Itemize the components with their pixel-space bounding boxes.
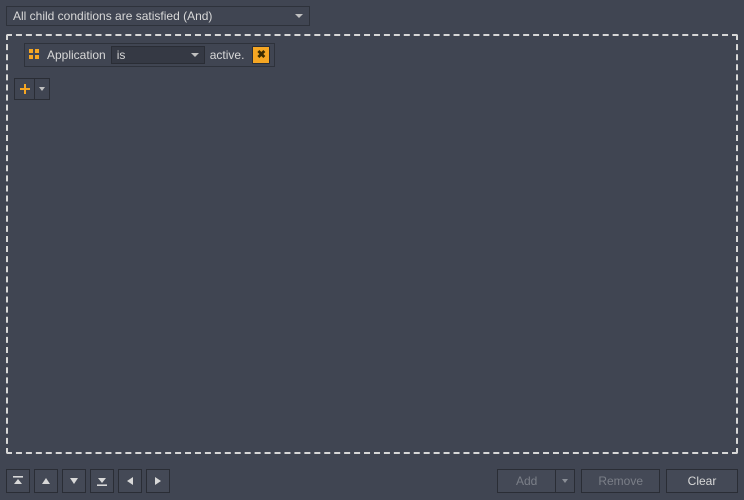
conditions-container: Application is active. (6, 34, 738, 454)
condition-subject-label: Application (47, 48, 106, 62)
condition-suffix-label: active. (210, 48, 245, 62)
drag-handle-icon[interactable] (29, 49, 41, 61)
move-bottom-icon (96, 475, 108, 487)
move-up-icon (40, 475, 52, 487)
move-top-icon (12, 475, 24, 487)
chevron-down-icon (562, 479, 568, 483)
clear-button[interactable]: Clear (666, 469, 738, 493)
add-condition-button[interactable] (15, 79, 35, 99)
chevron-down-icon (191, 53, 199, 57)
plus-icon (19, 83, 31, 95)
add-condition-split-button[interactable] (14, 78, 50, 100)
add-button-label: Add (498, 470, 556, 492)
outdent-button[interactable] (118, 469, 142, 493)
move-down-icon (68, 475, 80, 487)
reorder-button-group (6, 469, 170, 493)
add-condition-menu-button[interactable] (35, 79, 49, 99)
condition-operator-dropdown[interactable]: is (111, 46, 205, 64)
remove-condition-button[interactable] (252, 46, 270, 64)
logic-mode-dropdown[interactable]: All child conditions are satisfied (And) (6, 6, 310, 26)
condition-operator-value: is (117, 48, 126, 62)
clear-button-label: Clear (688, 474, 717, 488)
move-bottom-button[interactable] (90, 469, 114, 493)
logic-mode-value: All child conditions are satisfied (And) (13, 9, 212, 23)
move-up-button[interactable] (34, 469, 58, 493)
move-top-button[interactable] (6, 469, 30, 493)
move-down-button[interactable] (62, 469, 86, 493)
add-button[interactable]: Add (497, 469, 575, 493)
outdent-icon (124, 475, 136, 487)
indent-icon (152, 475, 164, 487)
chevron-down-icon (39, 87, 45, 91)
action-button-group: Add Remove Clear (497, 469, 738, 493)
remove-button[interactable]: Remove (581, 469, 660, 493)
chevron-down-icon (295, 14, 303, 18)
add-button-menu[interactable] (556, 470, 574, 492)
remove-button-label: Remove (598, 474, 643, 488)
condition-row[interactable]: Application is active. (24, 43, 275, 67)
bottom-toolbar: Add Remove Clear (6, 468, 738, 494)
indent-button[interactable] (146, 469, 170, 493)
